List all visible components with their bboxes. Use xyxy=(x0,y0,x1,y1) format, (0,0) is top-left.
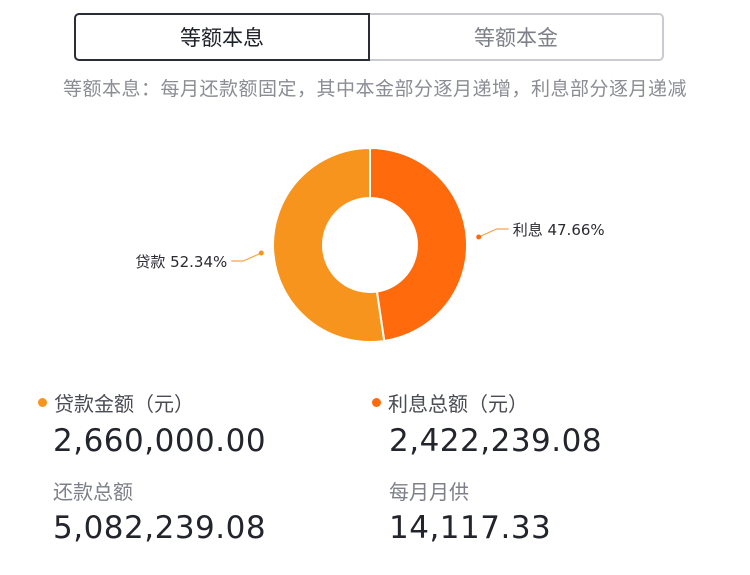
repayment-total-value-wrap: 5,082,239.08 xyxy=(53,510,266,546)
interest-total-value-wrap: 2,422,239.08 xyxy=(389,423,602,459)
interest-total-label: 利息总额（元） xyxy=(388,392,528,416)
loan-dot xyxy=(38,398,47,407)
label-anchor-dot xyxy=(258,250,264,256)
donut-slice-interest xyxy=(369,146,468,343)
loan-amount-value-wrap: 2,660,000.00 xyxy=(53,423,266,459)
loan-amount-value: 2,660,000.00 xyxy=(53,423,267,459)
label-leader-line xyxy=(478,228,509,238)
interest-total-stat: 利息总额（元） xyxy=(372,388,528,417)
donut-label-interest: 利息 47.66% xyxy=(476,221,605,240)
donut-label-loan: 贷款 52.34% xyxy=(135,250,264,271)
monthly-payment-label-wrap: 每月月供 xyxy=(389,476,469,505)
slice-label-text: 贷款 52.34% xyxy=(135,253,227,271)
donut-chart: 利息 47.66% 贷款 52.34% xyxy=(0,130,750,365)
method-description: 等额本息：每月还款额固定，其中本金部分逐月递增，利息部分逐月递减 xyxy=(62,78,687,100)
repayment-method-tabs: 等额本息 等额本金 xyxy=(74,13,664,61)
tab-equal-principal[interactable]: 等额本金 xyxy=(370,13,664,61)
interest-total-value: 2,422,239.08 xyxy=(389,423,603,459)
label-anchor-dot xyxy=(476,234,482,240)
loan-amount-label: 贷款金额（元） xyxy=(54,392,194,416)
monthly-payment-label: 每月月供 xyxy=(389,480,469,504)
monthly-payment-value-wrap: 14,117.33 xyxy=(389,510,551,546)
loan-amount-stat: 贷款金额（元） xyxy=(38,388,194,417)
repayment-total-label-wrap: 还款总额 xyxy=(53,476,133,505)
donut-slice-loan xyxy=(272,146,386,343)
label-leader-line xyxy=(231,252,262,262)
donut-chart-svg: 利息 47.66% 贷款 52.34% xyxy=(135,146,605,343)
interest-dot xyxy=(372,398,381,407)
repayment-total-label: 还款总额 xyxy=(53,480,133,504)
slice-label-text: 利息 47.66% xyxy=(513,221,605,239)
tab-equal-installment[interactable]: 等额本息 xyxy=(74,13,370,61)
repayment-total-value: 5,082,239.08 xyxy=(53,510,267,546)
monthly-payment-value: 14,117.33 xyxy=(389,510,552,546)
